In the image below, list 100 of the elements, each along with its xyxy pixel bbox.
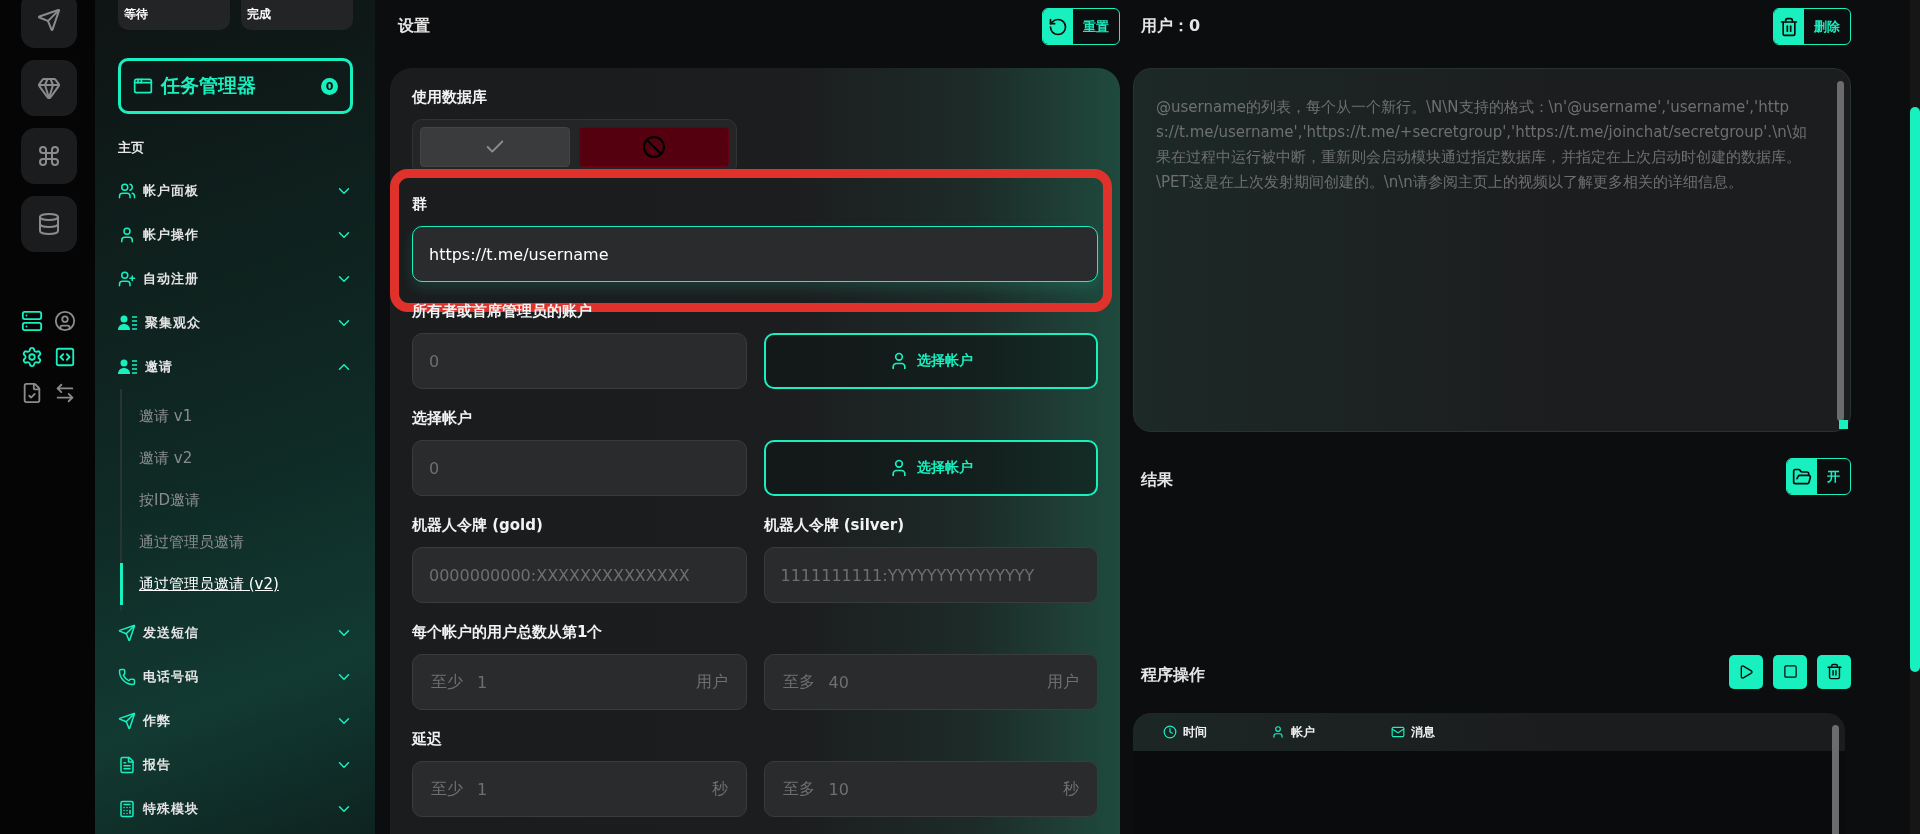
number-input[interactable]: 1 bbox=[475, 671, 684, 693]
code-icon[interactable] bbox=[54, 346, 76, 368]
file-check-icon[interactable] bbox=[21, 382, 43, 404]
unit-label: 用户 bbox=[695, 671, 728, 693]
field-label: 所有者或首席管理员的账户 bbox=[412, 302, 593, 321]
users-textarea[interactable]: @username的列表，每个从一个新行。\N\N支持的格式：\n'@username','username','https://t.me/username','https://t.me/+secretgroup','https://t.me/joinchat/secretgroup'.\n\如果在过程中运行被中断，重新则会启动模块通过指定数据库，并指定在上次启动时创建的数据库。\PET这是在上次发射期间创建的。\n\n请参阅主页上的视频以了解更多相关的详细信息。 bbox=[1134, 69, 1850, 431]
rail-button[interactable] bbox=[21, 0, 77, 48]
delete-button[interactable]: 删除 bbox=[1773, 8, 1851, 45]
command-icon bbox=[37, 144, 61, 168]
play-icon bbox=[1738, 663, 1754, 680]
user-list-icon bbox=[118, 357, 138, 377]
server-icon[interactable] bbox=[21, 310, 43, 332]
user-plus-icon bbox=[118, 270, 136, 288]
settings-icon[interactable] bbox=[21, 346, 43, 368]
task-manager-label: 任务管理器 bbox=[161, 73, 257, 98]
unit-label: 用户 bbox=[1047, 671, 1079, 693]
sidebar-item[interactable]: 作弊 bbox=[143, 712, 328, 730]
gem-icon bbox=[37, 76, 61, 100]
sidebar-subitem[interactable]: 按ID邀请 bbox=[120, 479, 353, 521]
swap-icon[interactable] bbox=[54, 382, 76, 404]
group-field[interactable]: https://t.me/username bbox=[412, 226, 1098, 282]
sidebar-item[interactable]: 帐户面板 bbox=[143, 182, 328, 200]
section-heading: 主页 bbox=[118, 139, 145, 157]
sidebar-subitem[interactable]: 邀请 v1 bbox=[120, 395, 353, 437]
sidebar-item[interactable]: 帐户操作 bbox=[143, 226, 328, 244]
panel-title: 用户：0 bbox=[1140, 15, 1201, 37]
user-icon bbox=[1271, 725, 1285, 739]
prefix-label: 至少 bbox=[431, 778, 463, 800]
column-header: 帐户 bbox=[1291, 723, 1315, 741]
refresh-icon bbox=[1048, 16, 1068, 37]
send-icon bbox=[118, 712, 136, 730]
unit-label: 秒 bbox=[711, 778, 728, 800]
mail-icon bbox=[1391, 725, 1405, 739]
section-title: 程序操作 bbox=[1139, 664, 1205, 686]
document-icon bbox=[118, 756, 136, 774]
prefix-label: 至多 bbox=[782, 778, 815, 800]
account-field[interactable]: 0 bbox=[412, 440, 747, 496]
sidebar-item[interactable]: 自动注册 bbox=[143, 270, 328, 288]
number-input[interactable]: 10 bbox=[826, 778, 1051, 800]
reset-button[interactable]: 重置 bbox=[1042, 8, 1120, 45]
sidebar-item[interactable]: 聚集观众 bbox=[145, 314, 328, 332]
window-icon bbox=[133, 76, 153, 96]
section-title: 结果 bbox=[1140, 469, 1173, 491]
resize-handle[interactable] bbox=[1839, 420, 1848, 429]
user-circle-icon[interactable] bbox=[54, 310, 76, 332]
token-field[interactable]: 0000000000:XXXXXXXXXXXXXX bbox=[412, 547, 747, 603]
token-field[interactable]: 1111111111:YYYYYYYYYYYYYYY bbox=[763, 547, 1098, 603]
play-button[interactable] bbox=[1729, 654, 1763, 689]
prefix-label: 至多 bbox=[782, 671, 815, 693]
phone-icon bbox=[118, 668, 136, 686]
trash-icon bbox=[1779, 16, 1799, 37]
calculator-icon bbox=[118, 800, 136, 818]
database-icon bbox=[37, 212, 61, 236]
user-list-icon bbox=[118, 313, 138, 333]
send-icon bbox=[118, 624, 136, 642]
field-label: 选择帐户 bbox=[412, 409, 473, 428]
field-label: 群 bbox=[412, 195, 428, 214]
field-label: 每个帐户的用户总数从第1个 bbox=[412, 623, 604, 642]
rail-button[interactable] bbox=[21, 128, 77, 184]
status-card: 等待 bbox=[118, 0, 230, 30]
unit-label: 秒 bbox=[1063, 778, 1079, 800]
sidebar-subitem[interactable]: 通过管理员邀请 (v2) bbox=[120, 563, 353, 605]
task-manager-button[interactable]: 任务管理器 0 bbox=[118, 58, 353, 114]
prefix-label: 至少 bbox=[431, 671, 463, 693]
column-header: 消息 bbox=[1411, 723, 1435, 741]
sidebar-item[interactable]: 报告 bbox=[143, 756, 328, 774]
field-label: 机器人令牌 (silver) bbox=[763, 516, 905, 535]
stop-icon bbox=[1782, 664, 1798, 679]
account-field[interactable]: 0 bbox=[412, 333, 747, 389]
number-input[interactable]: 40 bbox=[826, 671, 1035, 693]
stop-button[interactable] bbox=[1773, 654, 1807, 689]
number-input[interactable]: 1 bbox=[475, 778, 700, 800]
select-account-button[interactable]: 选择帐户 bbox=[763, 333, 1098, 389]
rail-button[interactable] bbox=[21, 60, 77, 116]
sidebar-item[interactable]: 发送短信 bbox=[143, 624, 328, 642]
user-icon bbox=[118, 226, 136, 244]
field-label: 延迟 bbox=[412, 730, 443, 749]
page-scrollbar[interactable] bbox=[1910, 107, 1920, 672]
trash-icon bbox=[1825, 663, 1843, 680]
open-button[interactable]: 开 bbox=[1786, 458, 1851, 495]
panel-title: 设置 bbox=[396, 15, 430, 37]
field-label: 使用数据库 bbox=[412, 88, 488, 107]
sidebar-item[interactable]: 电话号码 bbox=[143, 668, 328, 686]
sidebar-subitem[interactable]: 邀请 v2 bbox=[120, 437, 353, 479]
ban-icon bbox=[642, 135, 666, 159]
delete-button[interactable] bbox=[1817, 654, 1851, 689]
sidebar-subitem[interactable]: 通过管理员邀请 bbox=[120, 521, 353, 563]
sidebar-item[interactable]: 邀请 bbox=[145, 358, 328, 376]
sidebar-item[interactable]: 特殊模块 bbox=[143, 800, 328, 818]
column-header: 时间 bbox=[1183, 723, 1207, 741]
field-label: 机器人令牌 (gold) bbox=[412, 516, 544, 535]
rail-button[interactable] bbox=[21, 196, 77, 252]
send-icon bbox=[37, 8, 61, 32]
status-card: 完成 bbox=[241, 0, 353, 30]
clock-icon bbox=[1163, 725, 1177, 739]
select-account-button[interactable]: 选择帐户 bbox=[763, 440, 1098, 496]
task-count-badge: 0 bbox=[321, 77, 338, 95]
scrollbar[interactable] bbox=[1837, 81, 1844, 421]
folder-icon bbox=[1792, 466, 1812, 487]
users-icon bbox=[118, 182, 136, 200]
